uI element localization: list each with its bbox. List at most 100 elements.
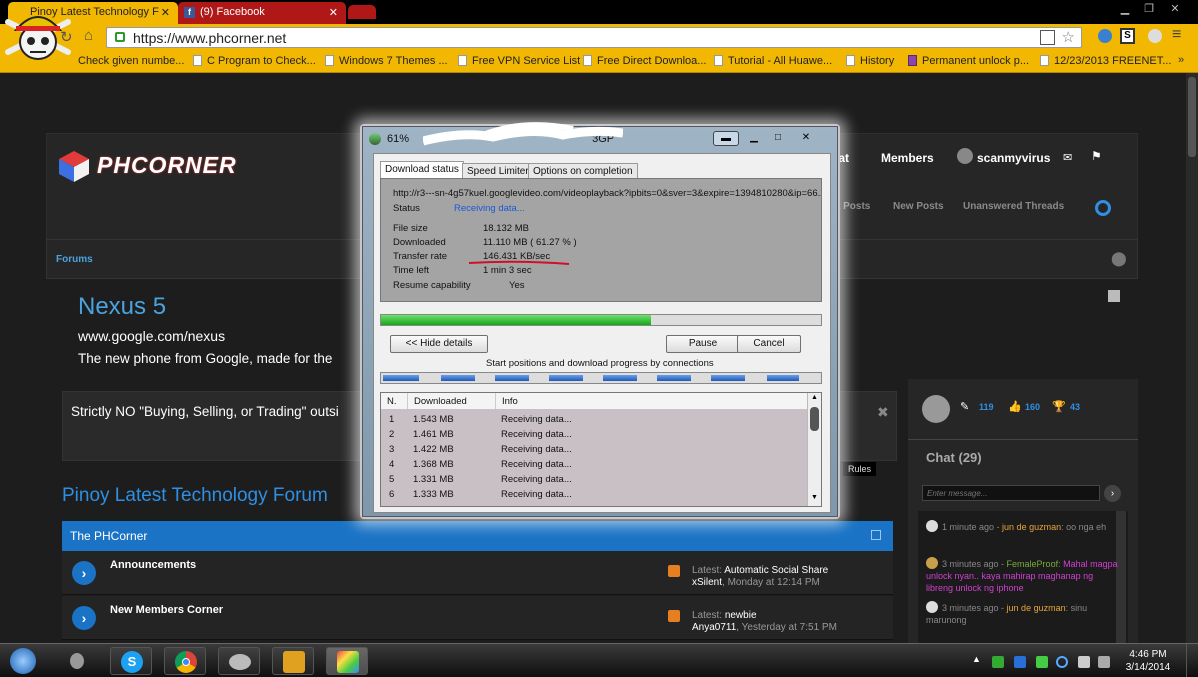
scroll-thumb[interactable] <box>810 407 819 431</box>
send-icon[interactable]: › <box>1104 485 1121 502</box>
avatar[interactable] <box>926 601 938 613</box>
avatar[interactable] <box>926 520 938 532</box>
skype-icon[interactable]: S <box>110 647 152 675</box>
inbox-icon[interactable]: ✉ <box>1063 151 1072 164</box>
alienware-icon[interactable] <box>56 647 98 675</box>
bookmark-item[interactable]: Free Direct Downloa... <box>583 55 706 67</box>
chrome-icon[interactable] <box>164 647 206 675</box>
forum-title-link[interactable]: New Members Corner <box>110 604 223 616</box>
network-icon[interactable] <box>218 647 260 675</box>
close-window-icon[interactable]: ✕ <box>1164 2 1186 16</box>
cancel-button[interactable]: Cancel <box>737 335 801 353</box>
latest-thread-link[interactable]: Automatic Social Share <box>724 565 828 576</box>
minimize-icon[interactable]: ▁ <box>741 131 767 146</box>
tab-download-status[interactable]: Download status <box>380 161 464 179</box>
restore-icon[interactable]: ❐ <box>1138 2 1160 16</box>
user-avatar[interactable] <box>957 148 973 164</box>
forum-title-link[interactable]: Announcements <box>110 559 196 571</box>
minimize-icon[interactable]: ▁ <box>1114 2 1136 16</box>
bookmark-item[interactable]: Check given numbe... <box>78 55 184 67</box>
system-clock[interactable]: 4:46 PM 3/14/2014 <box>1120 648 1176 674</box>
ad-block[interactable]: Nexus 5 www.google.com/nexus The new pho… <box>62 285 362 385</box>
page-action-icon[interactable] <box>1040 30 1055 45</box>
hide-details-button[interactable]: << Hide details <box>390 335 488 353</box>
table-row[interactable]: 4 1.368 MB Receiving data... <box>381 458 807 473</box>
tray-icon[interactable] <box>1014 656 1026 668</box>
column-header-downloaded[interactable]: Downloaded <box>407 393 495 409</box>
idm-icon[interactable] <box>272 647 314 675</box>
new-tab-button[interactable] <box>348 5 376 19</box>
nav-new-posts[interactable]: New Posts <box>893 201 944 212</box>
search-icon[interactable] <box>1095 200 1111 216</box>
trophy-count[interactable]: 43 <box>1070 402 1080 412</box>
alerts-flag-icon[interactable]: ⚑ <box>1091 149 1102 163</box>
start-button[interactable] <box>10 648 36 674</box>
nav-unanswered-threads[interactable]: Unanswered Threads <box>963 201 1064 212</box>
scroll-up-icon[interactable]: ▲ <box>811 394 818 401</box>
category-title[interactable]: The PHCorner <box>70 529 147 543</box>
tray-icon[interactable] <box>992 656 1004 668</box>
chat-input[interactable] <box>922 485 1100 501</box>
dismiss-notice-icon[interactable]: ✖ <box>877 404 889 421</box>
globe-icon[interactable] <box>1148 29 1162 43</box>
ad-info-icon[interactable] <box>1108 290 1120 302</box>
table-row[interactable]: 2 1.461 MB Receiving data... <box>381 428 807 443</box>
menu-icon[interactable]: ≡ <box>1172 26 1181 44</box>
avatar[interactable] <box>926 557 938 569</box>
tab-options-on-completion[interactable]: Options on completion <box>528 163 638 179</box>
bookmark-item[interactable]: Tutorial - All Huawe... <box>714 55 832 67</box>
scroll-thumb[interactable] <box>1188 77 1196 157</box>
post-count[interactable]: 119 <box>979 402 994 412</box>
chat-user-link[interactable]: FemaleProof <box>1007 559 1059 569</box>
maximize-icon[interactable]: □ <box>765 131 791 146</box>
bookmark-item[interactable]: Free VPN Service List <box>458 55 580 67</box>
nav-members[interactable]: Members <box>881 151 934 165</box>
location-pin-icon[interactable]: ⬤ <box>1111 250 1127 267</box>
phcorner-logo-icon[interactable] <box>57 149 91 183</box>
show-desktop-button[interactable] <box>1186 644 1198 677</box>
forum-arrow-icon[interactable]: › <box>72 606 96 630</box>
bookmark-item[interactable]: C Program to Check... <box>193 55 316 67</box>
forum-title[interactable]: Pinoy Latest Technology Forum <box>62 485 328 507</box>
rss-icon[interactable] <box>668 610 680 622</box>
network-tray-icon[interactable] <box>1078 656 1090 668</box>
address-bar[interactable]: https://www.phcorner.net ☆ <box>106 27 1082 48</box>
tab-speed-limiter[interactable]: Speed Limiter <box>462 163 534 179</box>
nav-user[interactable]: scanmyvirus <box>977 151 1050 165</box>
forum-arrow-icon[interactable]: › <box>72 561 96 585</box>
latest-user-link[interactable]: Anya0711 <box>692 622 736 633</box>
bookmark-item[interactable]: History <box>846 55 894 67</box>
column-header-info[interactable]: Info <box>495 393 807 409</box>
tray-icon[interactable] <box>1036 656 1048 668</box>
tray-icon[interactable] <box>1056 656 1068 668</box>
rss-icon[interactable] <box>668 565 680 577</box>
bookmark-item[interactable]: 12/23/2013 FREENET... <box>1040 55 1171 67</box>
breadcrumb-forums[interactable]: Forums <box>56 254 93 265</box>
minimize-to-tray-icon[interactable]: ▬ <box>713 131 739 146</box>
chat-user-link[interactable]: jun de guzman <box>1007 603 1066 613</box>
star-icon[interactable]: ☆ <box>1062 28 1075 46</box>
table-row[interactable]: 5 1.331 MB Receiving data... <box>381 473 807 488</box>
skull-avatar-icon[interactable] <box>2 2 74 74</box>
bookmark-item[interactable]: Windows 7 Themes ... <box>325 55 448 67</box>
close-tab-icon[interactable]: ✕ <box>329 6 338 19</box>
site-logo[interactable]: PHCORNER <box>97 152 237 179</box>
like-count[interactable]: 160 <box>1025 402 1040 412</box>
extension-s-icon[interactable]: S <box>1120 28 1135 44</box>
volume-icon[interactable] <box>1098 656 1110 668</box>
table-row[interactable]: 3 1.422 MB Receiving data... <box>381 443 807 458</box>
table-scrollbar[interactable]: ▲ ▼ <box>807 393 821 506</box>
category-header[interactable]: The PHCorner <box>62 521 893 551</box>
show-hidden-icons[interactable]: ▲ <box>972 654 981 664</box>
close-icon[interactable]: ✕ <box>793 131 819 146</box>
tab-facebook[interactable]: f (9) Facebook ✕ <box>178 2 346 24</box>
home-icon[interactable]: ⌂ <box>84 27 93 44</box>
extension-icon[interactable] <box>1098 29 1112 43</box>
bookmark-item[interactable]: Permanent unlock p... <box>908 55 1029 67</box>
table-row[interactable]: 1 1.543 MB Receiving data... <box>381 413 807 428</box>
scroll-down-icon[interactable]: ▼ <box>811 494 818 501</box>
close-tab-icon[interactable]: ✕ <box>161 6 170 19</box>
pause-button[interactable]: Pause <box>666 335 740 353</box>
nav-recent-posts[interactable]: t Posts <box>837 201 870 212</box>
collapse-icon[interactable] <box>871 530 881 540</box>
